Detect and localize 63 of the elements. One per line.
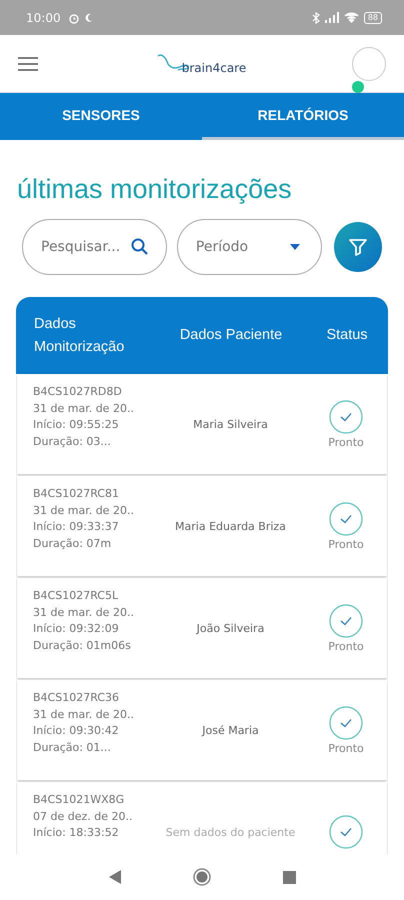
page-title: últimas monitorizações <box>17 174 293 205</box>
record-detail: B4CS1027RC81 <box>33 486 120 502</box>
status-label: Pronto <box>328 538 364 550</box>
patient-name: João Silveira <box>195 622 266 634</box>
search-field[interactable]: Pesquisar... <box>22 219 167 275</box>
record-detail: Duração: 01m06s <box>33 638 132 654</box>
table-row[interactable]: B4CS1027RC5L 31 de mar. de 20.. Início: 09:32:09 Duração: 01m06s João Silveira Pronto <box>17 578 387 678</box>
record-detail: Duração: 01... <box>33 740 112 756</box>
tab[interactable]: SENSORES <box>0 93 202 140</box>
brand-logo: brain4care <box>182 60 246 74</box>
check-circle-icon <box>329 706 363 740</box>
bluetooth-icon <box>312 12 320 24</box>
online-indicator <box>352 80 364 92</box>
record-detail: B4CS1027RC5L <box>33 588 120 604</box>
record-detail: Início: 09:32:09 <box>33 621 120 637</box>
record-detail: Duração: 07m <box>33 536 112 552</box>
record-detail: Início: 09:30:42 <box>33 723 120 739</box>
table-row[interactable]: B4CS1027RC36 31 de mar. de 20.. Início: 09:30:42 Duração: 01... José Maria Pronto <box>17 680 387 780</box>
period-dropdown[interactable]: Período <box>176 219 322 275</box>
tab[interactable]: RELATÓRIOS <box>202 93 404 140</box>
check-circle-icon <box>329 604 363 638</box>
column-header: Dados Paciente <box>178 326 284 346</box>
record-detail: 31 de mar. de 20.. <box>33 604 135 620</box>
moon-icon <box>84 12 93 22</box>
record-detail: 31 de mar. de 20.. <box>33 400 135 416</box>
home-icon[interactable] <box>192 868 210 886</box>
record-detail: B4CS1027RC36 <box>33 690 120 706</box>
status-label: Pronto <box>328 742 364 754</box>
filter-button[interactable] <box>334 222 382 272</box>
table-row[interactable]: B4CS1021WX8G 07 de dez. de 20.. Início: 18:33:52 Sem dados do paciente <box>17 782 387 854</box>
battery-indicator: 88 <box>364 12 382 24</box>
wifi-icon <box>344 12 359 23</box>
recents-icon[interactable] <box>282 870 296 884</box>
record-detail: B4CS1027RD8D <box>33 384 123 400</box>
search-icon <box>130 238 149 256</box>
record-detail: 31 de mar. de 20.. <box>33 706 135 722</box>
record-detail: Início: 18:33:52 <box>33 825 120 841</box>
record-detail: Duração: 03... <box>33 434 112 450</box>
caret-icon <box>290 244 300 250</box>
patient-name: Maria Eduarda Briza <box>174 520 287 532</box>
check-circle-icon <box>329 400 363 434</box>
back-icon[interactable] <box>108 870 120 884</box>
record-detail: 07 de dez. de 20.. <box>33 808 134 824</box>
patient-name: Maria Silveira <box>192 418 269 430</box>
status-label: Pronto <box>328 436 364 448</box>
column-header: Dados Monitorização <box>33 315 126 356</box>
record-detail: 31 de mar. de 20.. <box>33 502 135 518</box>
table-row[interactable]: B4CS1027RC81 31 de mar. de 20.. Início: 09:33:37 Duração: 07m Maria Eduarda Briza Pronto <box>17 476 387 576</box>
record-detail: B4CS1021WX8G <box>33 792 126 808</box>
record-detail: Início: 09:33:37 <box>33 519 120 535</box>
column-header: Status <box>325 326 369 346</box>
alarm-icon <box>68 12 80 24</box>
status-label: Pronto <box>328 640 364 652</box>
record-detail: Início: 09:55:25 <box>33 417 120 433</box>
check-circle-icon <box>329 502 363 536</box>
status-time: 10:00 <box>26 10 61 24</box>
patient-name: José Maria <box>200 724 260 736</box>
menu-icon[interactable] <box>18 56 38 70</box>
filter-icon <box>348 238 367 256</box>
patient-name: Sem dados do paciente <box>164 826 296 838</box>
check-circle-icon <box>329 815 363 849</box>
table-row[interactable]: B4CS1027RD8D 31 de mar. de 20.. Início: 09:55:25 Duração: 03... Maria Silveira Pronto <box>17 374 387 474</box>
signal-icon <box>324 12 339 23</box>
